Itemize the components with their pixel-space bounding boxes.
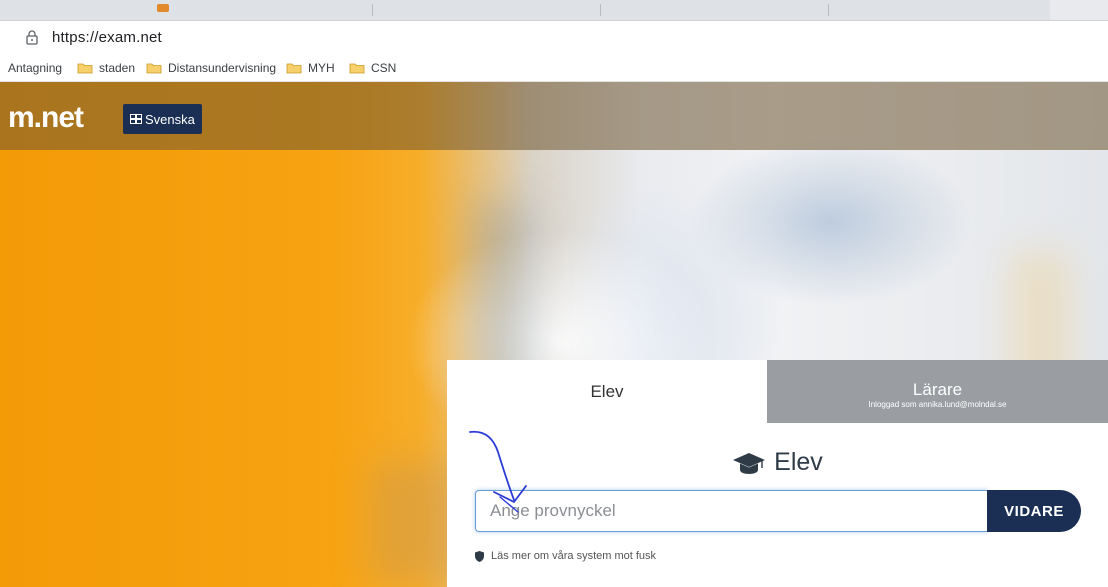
folder-icon — [77, 63, 93, 74]
tab-separator — [600, 4, 601, 16]
bookmark-distansundervisning[interactable]: Distansundervisning — [146, 59, 276, 77]
graduation-cap-icon — [733, 452, 766, 474]
bookmarks-bar: Antagning staden Distansundervisning MYH… — [0, 55, 1108, 82]
bookmark-label: Antagning — [8, 61, 63, 75]
exam-key-field[interactable] — [475, 490, 988, 532]
tab-favicon[interactable] — [157, 4, 169, 12]
teacher-login-status: Inloggad som annika.lund@molndal.se — [868, 400, 1007, 409]
folder-icon — [349, 63, 365, 74]
anti-cheat-link-text: Läs mer om våra system mot fusk — [491, 550, 657, 562]
student-heading-text: Elev — [774, 448, 823, 476]
bookmark-label: staden — [99, 61, 136, 75]
bookmark-label: MYH — [308, 61, 335, 75]
tab-separator — [828, 4, 829, 16]
tab-separator — [372, 4, 373, 16]
site-logo[interactable]: m.net — [8, 101, 84, 135]
folder-icon — [146, 63, 162, 74]
address-bar[interactable]: https://exam.net — [0, 21, 1108, 55]
url-text[interactable]: https://exam.net — [52, 29, 162, 46]
tab-teacher-label: Lärare — [912, 380, 963, 399]
lock-icon[interactable] — [24, 29, 40, 45]
folder-icon — [286, 63, 302, 74]
bookmark-staden[interactable]: staden — [77, 59, 135, 77]
bookmark-label: CSN — [371, 61, 397, 75]
bookmark-csn[interactable]: CSN — [349, 59, 396, 77]
site-header: m.net Svenska — [0, 82, 1108, 150]
browser-tab-strip — [0, 0, 1108, 21]
bookmark-antagning[interactable]: Antagning — [8, 59, 62, 77]
language-button[interactable]: Svenska — [123, 104, 202, 134]
flag-icon — [130, 114, 142, 124]
shield-icon — [475, 550, 484, 562]
anti-cheat-link[interactable]: Läs mer om våra system mot fusk — [475, 550, 656, 562]
bookmark-label: Distansundervisning — [168, 61, 277, 75]
student-heading: Elev — [447, 448, 1108, 477]
bookmark-myh[interactable]: MYH — [286, 59, 335, 77]
tab-student[interactable]: Elev — [447, 360, 767, 423]
hero-background: m.net Svenska Elev Lärare Inloggad som a… — [0, 82, 1108, 587]
tab-student-label: Elev — [590, 381, 624, 401]
continue-button[interactable]: VIDARE — [987, 490, 1081, 532]
tab-teacher[interactable]: Lärare Inloggad som annika.lund@molndal.… — [767, 360, 1108, 423]
exam-key-input[interactable] — [476, 491, 988, 531]
active-tab-area[interactable] — [1050, 0, 1108, 20]
language-label: Svenska — [145, 111, 195, 127]
login-card: Elev Lärare Inloggad som annika.lund@mol… — [447, 360, 1108, 587]
